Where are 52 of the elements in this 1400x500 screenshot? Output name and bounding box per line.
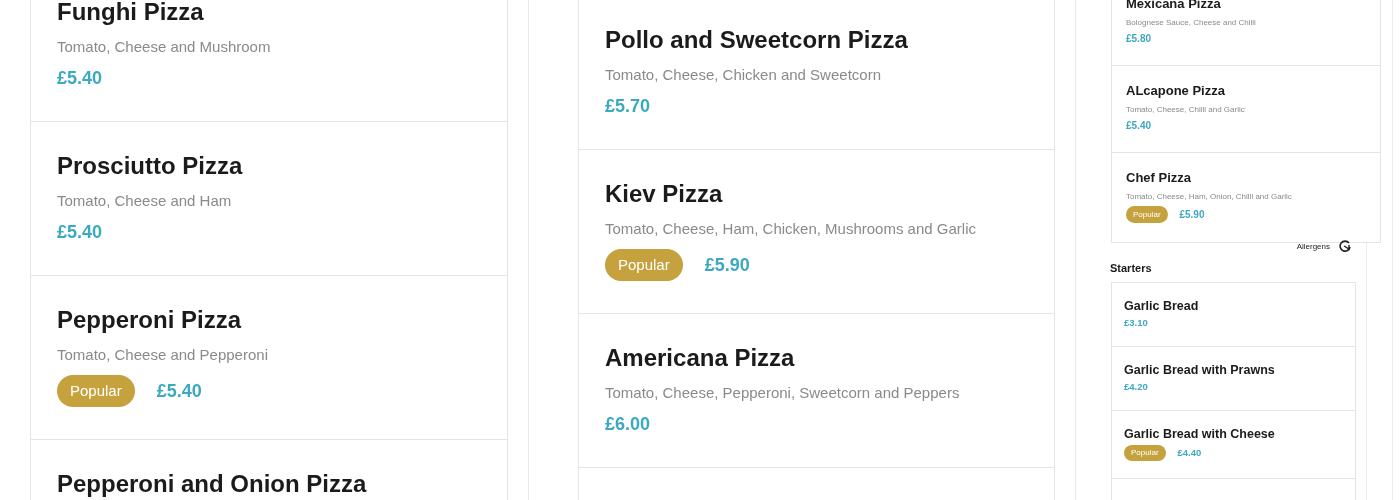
item-name: ALcapone Pizza — [1126, 83, 1226, 99]
item-price: £3.10 — [1124, 317, 1148, 329]
item-price: £5.40 — [57, 67, 103, 89]
menu-card[interactable]: Prosciutto Pizza Tomato, Cheese and Ham £5.40 — [30, 121, 508, 276]
item-name: Prosciutto Pizza — [57, 152, 244, 180]
item-price: £6.00 — [605, 413, 651, 435]
menu-card[interactable]: Americana Pizza Tomato, Cheese, Pepperoni, Sweetcorn and Peppers £6.00 — [578, 313, 1055, 468]
item-price: £5.40 — [1126, 119, 1152, 133]
item-description: Tomato, Cheese, Ham, Chicken, Mushrooms and Garlic — [605, 219, 977, 239]
item-price: £5.40 — [57, 221, 103, 243]
section-heading: Starters — [1110, 262, 1153, 274]
menu-card[interactable]: ALcapone Pizza Tomato, Cheese, Chilli and Garlic £5.40 — [1111, 65, 1381, 153]
menu-card[interactable]: Funghi Pizza Tomato, Cheese and Mushroom £5.40 — [30, 0, 508, 122]
menu-card[interactable]: Garlic Bread £3.10 — [1111, 282, 1356, 347]
item-description: Tomato, Cheese, Chicken and Sweetcorn — [605, 65, 882, 85]
menu-card[interactable]: Chef Pizza Tomato, Cheese, Ham, Onion, Chilli and Garlic Popular £5.90 — [1111, 152, 1381, 243]
menu-card[interactable]: Pepperoni and Onion Pizza — [30, 439, 508, 500]
item-price: £5.70 — [605, 95, 651, 117]
allergens-link[interactable]: Allergens — [1296, 241, 1330, 251]
item-name: Americana Pizza — [605, 344, 796, 372]
item-price: £5.40 — [156, 380, 202, 402]
item-price: £5.90 — [704, 254, 750, 276]
item-price: £4.20 — [1124, 381, 1148, 393]
menu-card[interactable]: Garlic Bread with Prawns £4.20 — [1111, 346, 1356, 411]
item-price: £5.90 — [1179, 207, 1205, 222]
item-description: Tomato, Cheese, Chilli and Garlic — [1126, 105, 1246, 115]
item-name: Garlic Bread — [1124, 299, 1200, 313]
item-name: Garlic Bread with Prawns — [1124, 363, 1276, 377]
menu-card[interactable]: Garlic Bread with Cheese Popular £4.40 — [1111, 410, 1356, 479]
item-price: £4.40 — [1177, 447, 1202, 459]
item-name: Pollo and Sweetcorn Pizza — [605, 26, 909, 54]
item-description: Tomato, Cheese and Ham — [57, 191, 233, 211]
item-name: Pepperoni and Onion Pizza — [57, 470, 368, 498]
item-name: Funghi Pizza — [57, 0, 205, 26]
popular-badge: Popular — [1124, 445, 1166, 461]
item-price: £5.80 — [1126, 32, 1152, 46]
item-description: Tomato, Cheese, Pepperoni, Sweetcorn and Peppers — [605, 383, 961, 403]
circle-arrow-icon[interactable] — [1338, 239, 1352, 253]
menu-card[interactable]: Kiev Pizza Tomato, Cheese, Ham, Chicken, Mushrooms and Garlic Popular £5.90 — [578, 149, 1055, 314]
item-description: Tomato, Cheese, Ham, Onion, Chilli and Garlic — [1126, 192, 1293, 202]
item-description: Tomato, Cheese and Pepperoni — [57, 345, 269, 365]
item-description: Tomato, Cheese and Mushroom — [57, 37, 272, 57]
popular-badge: Popular — [605, 249, 683, 281]
popular-badge: Popular — [1126, 206, 1168, 223]
item-name: Garlic Bread with Cheese — [1124, 427, 1276, 441]
menu-card[interactable]: Pollo and Sweetcorn Pizza Tomato, Cheese, Chicken and Sweetcorn £5.70 — [578, 0, 1055, 150]
menu-card[interactable]: Pepperoni Pizza Tomato, Cheese and Pepperoni Popular £5.40 — [30, 275, 508, 440]
item-description: Bolognese Sauce, Cheese and Chilli — [1126, 18, 1257, 28]
item-name: Pepperoni Pizza — [57, 306, 243, 334]
item-name: Kiev Pizza — [605, 180, 724, 208]
item-name: Chef Pizza — [1126, 170, 1192, 186]
popular-badge: Popular — [57, 375, 135, 407]
